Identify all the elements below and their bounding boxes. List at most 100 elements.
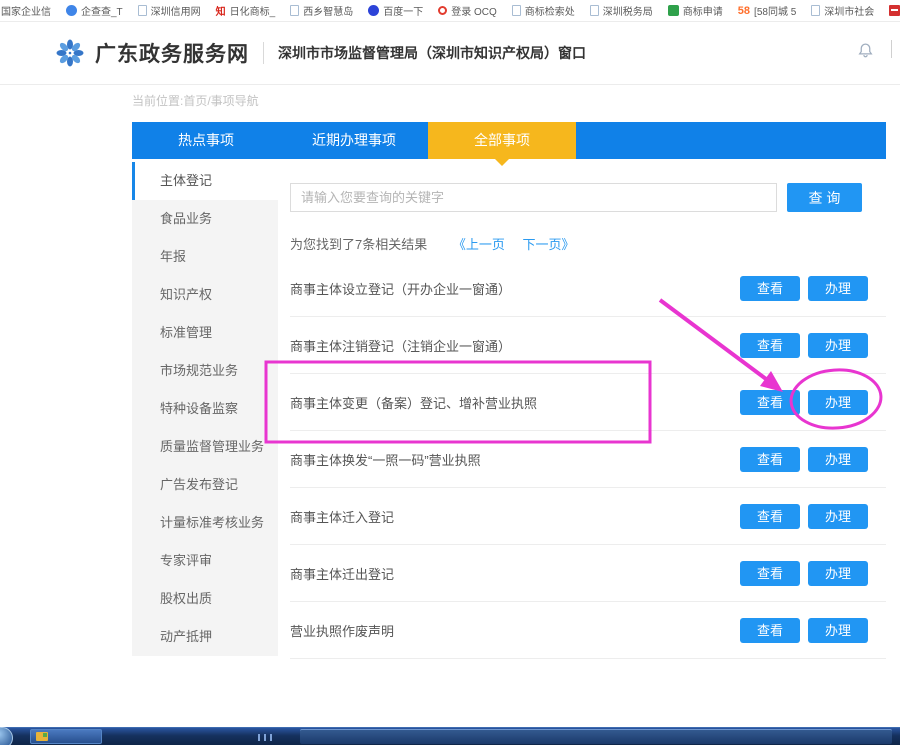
sidebar-item-expert-review[interactable]: 专家评审 [132, 542, 278, 580]
header-right-divider [891, 40, 892, 58]
handle-button[interactable]: 办理 [808, 504, 868, 529]
site-logo-icon[interactable] [55, 38, 85, 68]
bookmark-label: 百度一下 [383, 3, 423, 18]
bookmark-label: 商标检索处 [525, 3, 575, 18]
bookmark-label: 国家企业信 [1, 3, 51, 18]
app-green-icon [668, 5, 679, 16]
taskbar-app-icon [36, 732, 48, 741]
page-icon [811, 5, 820, 16]
service-row: 商事主体设立登记（开办企业一窗通） 查看 办理 [290, 260, 886, 317]
results-summary-row: 为您找到了7条相关结果 《上一页 下一页》 [290, 234, 886, 253]
bookmark-label: 日化商标_ [230, 3, 276, 18]
sidebar-item-equity-pledge[interactable]: 股权出质 [132, 580, 278, 618]
sidebar-item-metrology-assessment[interactable]: 计量标准考核业务 [132, 504, 278, 542]
sidebar-item-standard-management[interactable]: 标准管理 [132, 314, 278, 352]
taskbar-tick-marks [258, 734, 272, 741]
taskbar-window-button[interactable] [300, 729, 892, 744]
header-divider [263, 42, 264, 64]
service-title[interactable]: 商事主体换发“一照一码”营业执照 [290, 450, 732, 469]
tab-label: 全部事项 [474, 132, 530, 148]
service-title[interactable]: 商事主体迁入登记 [290, 507, 732, 526]
tab-hot-items[interactable]: 热点事项 [132, 122, 280, 159]
bookmark-item[interactable]: 知日化商标_ [216, 3, 276, 18]
start-button[interactable] [0, 727, 13, 745]
bookmark-label: 登录 OCQ [451, 3, 497, 18]
bookmark-item[interactable]: 企查查_T [66, 3, 123, 18]
bookmark-item[interactable]: 58[58同城 5 [738, 3, 797, 18]
notification-bell-icon[interactable] [857, 42, 874, 59]
service-list: 商事主体设立登记（开办企业一窗通） 查看 办理 商事主体注销登记（注销企业一窗通… [290, 260, 886, 659]
bookmark-item[interactable]: 商标检索处 [512, 3, 575, 18]
tab-all-items[interactable]: 全部事项 [428, 122, 576, 159]
bookmarks-bar: 国家企业信 企查查_T 深圳信用网 知日化商标_ 西乡智慧岛 百度一下 登录 O… [0, 0, 900, 22]
service-title[interactable]: 商事主体注销登记（注销企业一窗通） [290, 336, 732, 355]
service-title[interactable]: 商事主体变更（备案）登记、增补营业执照 [290, 393, 732, 412]
view-button[interactable]: 查看 [740, 333, 800, 358]
view-button[interactable]: 查看 [740, 276, 800, 301]
view-button[interactable]: 查看 [740, 447, 800, 472]
prev-page-link[interactable]: 《上一页 [453, 237, 505, 252]
bookmark-item[interactable]: 深圳税务局 [590, 3, 653, 18]
category-sidebar: 主体登记 食品业务 年报 知识产权 标准管理 市场规范业务 特种设备监察 质量监… [132, 162, 278, 656]
results-count-text: 为您找到了7条相关结果 [290, 237, 427, 252]
bookmark-item[interactable]: 深圳市社会 [811, 3, 874, 18]
site-header: 广东政务服务网 深圳市市场监督管理局（深圳市知识产权局）窗口 [0, 22, 900, 85]
bookmark-label: 深圳市社会 [824, 3, 874, 18]
bookmark-label: 深圳信用网 [151, 3, 201, 18]
handle-button[interactable]: 办理 [808, 276, 868, 301]
search-input[interactable] [290, 183, 777, 212]
page-icon [290, 5, 299, 16]
bookmark-item[interactable]: 国家企业信 [1, 3, 51, 18]
page-icon [138, 5, 147, 16]
service-title[interactable]: 商事主体设立登记（开办企业一窗通） [290, 279, 732, 298]
handle-button-circled[interactable]: 办理 [808, 390, 868, 415]
bookmark-item[interactable]: 登录 OCQ [438, 3, 497, 18]
bookmark-label: 西乡智慧岛 [303, 3, 353, 18]
site-title: 广东政务服务网 [95, 38, 249, 68]
search-row: 查 询 [290, 183, 886, 213]
main-content: 查 询 为您找到了7条相关结果 《上一页 下一页》 商事主体设立登记（开办企业一… [290, 162, 886, 659]
view-button[interactable]: 查看 [740, 390, 800, 415]
bookmark-item[interactable]: 商标申请 [668, 3, 723, 18]
sidebar-item-chattel-mortgage[interactable]: 动产抵押 [132, 618, 278, 656]
taskbar-app-button[interactable] [30, 729, 102, 744]
bookmark-item[interactable]: 百度一下 [368, 3, 423, 18]
service-row: 商事主体迁出登记 查看 办理 [290, 545, 886, 602]
bookmark-label: 企查查_T [81, 3, 123, 18]
sidebar-item-special-equipment[interactable]: 特种设备监察 [132, 390, 278, 428]
query-button[interactable]: 查 询 [787, 183, 862, 212]
handle-button[interactable]: 办理 [808, 333, 868, 358]
app-red-square-icon [889, 5, 900, 16]
bookmark-label: 商标申请 [683, 3, 723, 18]
bookmark-label: 深圳税务局 [603, 3, 653, 18]
page-icon [590, 5, 599, 16]
handle-button[interactable]: 办理 [808, 561, 868, 586]
sidebar-item-food-business[interactable]: 食品业务 [132, 200, 278, 238]
58-icon: 58 [738, 5, 750, 17]
sidebar-item-annual-report[interactable]: 年报 [132, 238, 278, 276]
sidebar-item-market-regulation[interactable]: 市场规范业务 [132, 352, 278, 390]
tab-bar: 热点事项 近期办理事项 全部事项 [132, 122, 886, 159]
next-page-link[interactable]: 下一页》 [523, 237, 575, 252]
sidebar-item-ad-registration[interactable]: 广告发布登记 [132, 466, 278, 504]
view-button[interactable]: 查看 [740, 618, 800, 643]
service-row: 商事主体注销登记（注销企业一窗通） 查看 办理 [290, 317, 886, 374]
bookmark-item[interactable]: 注册公司问 [889, 3, 900, 18]
view-button[interactable]: 查看 [740, 561, 800, 586]
handle-button[interactable]: 办理 [808, 447, 868, 472]
service-row: 商事主体换发“一照一码”营业执照 查看 办理 [290, 431, 886, 488]
sidebar-item-quality-supervision[interactable]: 质量监督管理业务 [132, 428, 278, 466]
bookmark-item[interactable]: 西乡智慧岛 [290, 3, 353, 18]
service-title[interactable]: 商事主体迁出登记 [290, 564, 732, 583]
service-row: 商事主体迁入登记 查看 办理 [290, 488, 886, 545]
windows-taskbar [0, 727, 900, 745]
tab-recent-items[interactable]: 近期办理事项 [280, 122, 428, 159]
breadcrumb: 当前位置:首页/事项导航 [132, 92, 259, 109]
service-title[interactable]: 营业执照作废声明 [290, 621, 732, 640]
sidebar-item-intellectual-property[interactable]: 知识产权 [132, 276, 278, 314]
view-button[interactable]: 查看 [740, 504, 800, 529]
baidu-icon [368, 5, 379, 16]
sidebar-item-subject-registration[interactable]: 主体登记 [132, 162, 278, 200]
bookmark-item[interactable]: 深圳信用网 [138, 3, 201, 18]
handle-button[interactable]: 办理 [808, 618, 868, 643]
